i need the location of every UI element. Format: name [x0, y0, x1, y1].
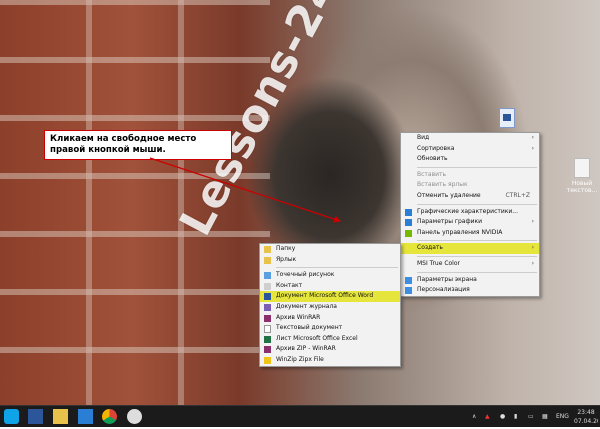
- chevron-right-icon: ›: [531, 259, 534, 267]
- bitmap-icon: [264, 272, 271, 280]
- clock-time: 23:48: [577, 409, 595, 416]
- submenu-item-label: Архив WinRAR: [276, 313, 321, 321]
- menu-item-label: Вставить ярлык: [417, 181, 468, 189]
- menu-item-view[interactable]: Вид ›: [401, 133, 539, 144]
- menu-item-personalization[interactable]: Персонализация: [401, 285, 539, 296]
- menu-separator: [417, 240, 537, 242]
- submenu-item-label: Документ Microsoft Office Word: [276, 292, 374, 300]
- file-explorer-icon[interactable]: [53, 409, 68, 424]
- word-icon[interactable]: [28, 409, 43, 424]
- volume-icon[interactable]: ▮: [514, 406, 517, 427]
- submenu-item-shortcut[interactable]: Ярлык: [260, 255, 400, 266]
- intel-graphics-icon: [405, 208, 412, 216]
- winrar-icon: [264, 314, 271, 322]
- submenu-item-label: Контакт: [276, 281, 303, 289]
- folder-icon: [264, 246, 271, 253]
- menu-item-label: MSI True Color: [417, 259, 460, 267]
- menu-item-label: Графические характеристики...: [417, 207, 519, 215]
- contact-icon: [264, 282, 271, 290]
- chrome-icon[interactable]: [102, 409, 117, 424]
- chevron-right-icon: ›: [531, 244, 534, 252]
- personalization-icon: [405, 287, 412, 295]
- taskbar: ∧ ▲ ● ▮ ▭ ▦ ENG 23:48 07.04.2017: [0, 405, 600, 427]
- submenu-item-bitmap[interactable]: Точечный рисунок: [260, 270, 400, 281]
- winzip-icon: [264, 356, 271, 364]
- menu-item-graphics-properties[interactable]: Графические характеристики...: [401, 207, 539, 218]
- submenu-item-text-document[interactable]: Текстовый документ: [260, 323, 400, 334]
- shortcut-icon: [264, 256, 271, 264]
- keyboard-icon[interactable]: ▦: [542, 406, 548, 427]
- menu-item-label: Вставить: [417, 170, 447, 178]
- menu-separator: [417, 255, 537, 257]
- menu-item-display-settings[interactable]: Параметры экрана: [401, 275, 539, 286]
- submenu-item-label: WinZip Zipx File: [276, 355, 324, 363]
- word-icon: [264, 293, 271, 301]
- menu-item-refresh[interactable]: Обновить: [401, 154, 539, 165]
- menu-item-paste[interactable]: Вставить: [401, 170, 539, 181]
- menu-item-label: Панель управления NVIDIA: [417, 228, 503, 236]
- journal-icon: [264, 303, 271, 311]
- menu-item-graphics-options[interactable]: Параметры графики ›: [401, 217, 539, 228]
- skype-icon[interactable]: [4, 409, 19, 424]
- menu-item-label: Отменить удаление: [417, 191, 481, 199]
- submenu-item-journal-document[interactable]: Документ журнала: [260, 302, 400, 313]
- menu-item-label: Вид: [417, 134, 430, 141]
- menu-separator: [417, 271, 537, 273]
- menu-item-label: Персонализация: [417, 286, 470, 294]
- menu-item-paste-shortcut[interactable]: Вставить ярлык: [401, 180, 539, 191]
- submenu-item-winzip-file[interactable]: WinZip Zipx File: [260, 355, 400, 366]
- chevron-right-icon: ›: [531, 218, 534, 226]
- display-settings-icon: [405, 276, 412, 284]
- menu-item-nvidia-control-panel[interactable]: Панель управления NVIDIA: [401, 228, 539, 239]
- submenu-item-label: Ярлык: [276, 255, 297, 263]
- menu-item-label: Создать: [417, 244, 443, 252]
- menu-item-label: Обновить: [417, 155, 448, 163]
- submenu-item-contact[interactable]: Контакт: [260, 281, 400, 292]
- menu-separator: [417, 203, 537, 205]
- nvidia-icon: [405, 229, 412, 237]
- battery-icon[interactable]: ▭: [528, 406, 534, 427]
- steam-icon[interactable]: [127, 409, 142, 424]
- menu-separator: [417, 166, 537, 168]
- menu-item-shortcut: CTRL+Z: [505, 191, 530, 199]
- menu-item-undo-delete[interactable]: Отменить удаление CTRL+Z: [401, 191, 539, 202]
- clock-date: 07.04.2017: [574, 418, 598, 425]
- submenu-item-winrar-archive[interactable]: Архив WinRAR: [260, 313, 400, 324]
- menu-item-sort[interactable]: Сортировка ›: [401, 144, 539, 155]
- menu-separator: [276, 267, 398, 269]
- submenu-item-label: Лист Microsoft Office Excel: [276, 334, 358, 342]
- submenu-item-excel-sheet[interactable]: Лист Microsoft Office Excel: [260, 334, 400, 345]
- create-submenu: Папку Ярлык Точечный рисунок Контакт Док…: [259, 243, 401, 367]
- intel-graphics-icon: [405, 219, 412, 227]
- menu-item-label: Сортировка: [417, 144, 455, 152]
- taskbar-app-icon[interactable]: [78, 409, 93, 424]
- submenu-item-folder[interactable]: Папку: [260, 244, 400, 255]
- desktop-background[interactable]: Lessons-24.ru Новый текстов... Кликаем н…: [0, 0, 600, 405]
- chevron-right-icon: ›: [531, 134, 534, 141]
- menu-item-create[interactable]: Создать ›: [401, 243, 539, 254]
- chevron-right-icon: ›: [531, 144, 534, 152]
- text-document-icon: [264, 325, 271, 334]
- submenu-item-label: Папку: [276, 245, 296, 252]
- submenu-item-label: Текстовый документ: [276, 324, 343, 332]
- desktop-context-menu: Вид › Сортировка › Обновить Вставить Вст…: [400, 132, 540, 297]
- zip-icon: [264, 346, 271, 354]
- network-status-icon[interactable]: ▲: [485, 406, 490, 427]
- show-hidden-icons-icon[interactable]: ∧: [472, 406, 476, 427]
- sync-icon[interactable]: ●: [500, 406, 505, 427]
- submenu-item-label: Документ журнала: [276, 302, 337, 310]
- menu-item-msi-true-color[interactable]: MSI True Color ›: [401, 259, 539, 270]
- submenu-item-zip-archive[interactable]: Архив ZIP - WinRAR: [260, 344, 400, 355]
- submenu-item-word-document[interactable]: Документ Microsoft Office Word: [260, 291, 400, 302]
- excel-icon: [264, 335, 271, 343]
- submenu-item-label: Точечный рисунок: [276, 271, 335, 279]
- language-indicator[interactable]: ENG: [556, 406, 569, 427]
- menu-item-label: Параметры графики: [417, 218, 483, 226]
- submenu-item-label: Архив ZIP - WinRAR: [276, 345, 336, 353]
- menu-item-label: Параметры экрана: [417, 275, 477, 283]
